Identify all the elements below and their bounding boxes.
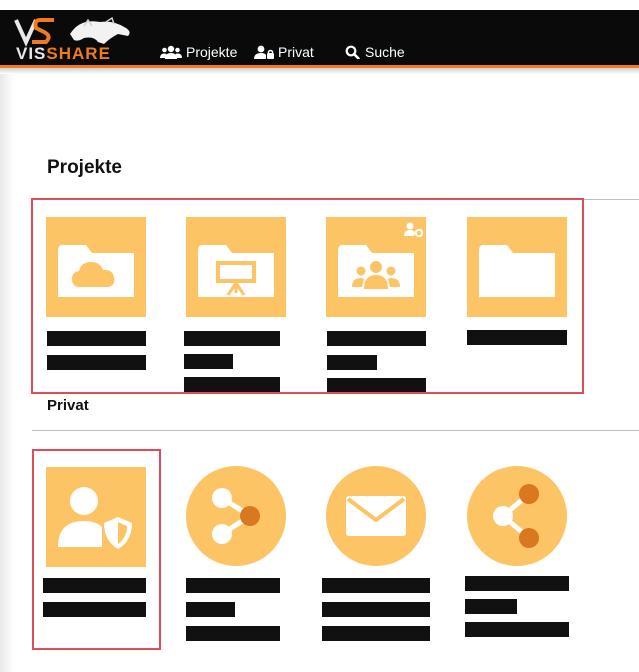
shared-user-gear-icon [404, 222, 424, 238]
project-2-name-line-1 [184, 331, 280, 346]
navbar: VISSHARE Projekte Privat Suche [0, 10, 639, 68]
visshare-logo[interactable]: VISSHARE [14, 14, 142, 64]
nav-label-privat: Privat [278, 44, 314, 60]
privat-2-name-line-2 [186, 602, 235, 617]
privat-tile-3[interactable] [326, 466, 426, 566]
top-strip [0, 0, 639, 10]
presentation-folder-icon [198, 245, 274, 297]
privat-4-name-line-2 [465, 599, 517, 614]
project-1-name-line-1 [47, 331, 146, 346]
folder-icon [479, 245, 555, 297]
privat-tile-4[interactable] [467, 466, 567, 566]
privat-3-name-line-3 [322, 626, 430, 641]
privat-1-name-line-2 [43, 602, 146, 617]
logo-text-vis: VIS [16, 44, 47, 63]
logo-text-share: SHARE [46, 44, 111, 63]
left-edge-shade [0, 74, 14, 672]
privat-3-name-line-1 [322, 578, 430, 593]
cloud-folder-icon [58, 245, 134, 297]
nav-label-projekte: Projekte [186, 44, 238, 60]
privat-3-name-line-2 [322, 602, 430, 617]
project-tile-2[interactable] [186, 217, 286, 317]
project-tile-1[interactable] [46, 217, 146, 317]
navbar-shadow [0, 68, 639, 74]
privat-4-name-line-1 [465, 576, 569, 591]
privat-1-name-line-1 [43, 578, 146, 593]
logo-text: VISSHARE [16, 44, 111, 64]
section-title-privat: Privat [47, 397, 89, 414]
project-3-name-line-2 [327, 355, 377, 370]
section-title-projekte: Projekte [47, 157, 122, 178]
nav-item-privat[interactable]: Privat [254, 44, 314, 60]
privat-tile-2[interactable] [186, 466, 286, 566]
project-3-name-line-1 [327, 331, 426, 346]
nav-item-suche[interactable]: Suche [345, 44, 405, 60]
divider-projekte [32, 199, 639, 200]
share-icon [493, 484, 539, 548]
share-icon [212, 488, 260, 544]
project-1-name-line-2 [47, 355, 146, 370]
nav-item-projekte[interactable]: Projekte [160, 44, 237, 60]
project-tile-4[interactable] [467, 217, 567, 317]
project-4-name-line-1 [467, 330, 567, 345]
project-2-name-line-3 [184, 377, 280, 392]
privat-4-name-line-3 [465, 622, 569, 637]
project-tile-3[interactable] [326, 217, 426, 317]
user-shield-icon [58, 487, 132, 549]
users-icon [160, 45, 182, 59]
nav-label-suche: Suche [365, 44, 405, 60]
privat-2-name-line-1 [186, 578, 280, 593]
divider-privat [32, 430, 639, 431]
privat-tile-1[interactable] [46, 467, 146, 567]
project-3-name-line-3 [327, 378, 426, 393]
project-2-name-line-2 [184, 354, 233, 369]
privat-2-name-line-3 [186, 626, 280, 641]
user-lock-icon [254, 45, 274, 59]
search-icon [345, 45, 360, 59]
envelope-icon [346, 496, 406, 536]
